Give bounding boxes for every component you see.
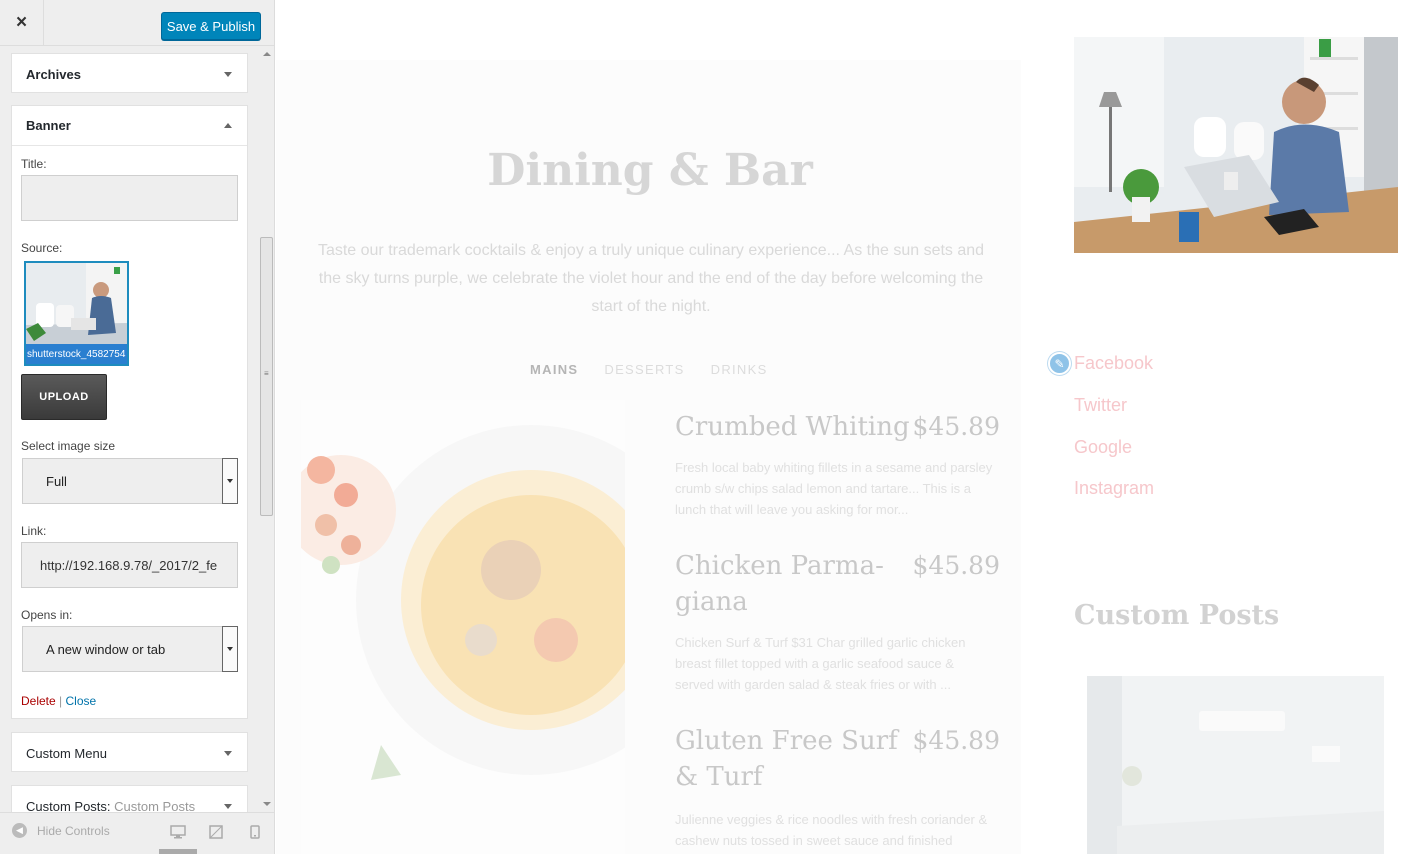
edit-shortcut-icon[interactable]: ✎	[1048, 352, 1071, 375]
grip-icon: ≡	[264, 369, 269, 378]
custom-post-image[interactable]	[1087, 676, 1384, 854]
menu-intro: Taste our trademark cocktails & enjoy a …	[317, 242, 985, 315]
delete-link[interactable]: Delete	[21, 694, 56, 708]
tab-drinks[interactable]: DRINKS	[711, 362, 768, 377]
link-input[interactable]: http://192.168.9.78/_2017/2_fe	[21, 542, 238, 588]
opens-in-select[interactable]: A new window or tab	[22, 626, 238, 672]
image-size-value: Full	[46, 473, 67, 489]
widget-custom-menu-header[interactable]: Custom Menu	[12, 733, 247, 773]
chevron-down-icon[interactable]	[224, 751, 232, 756]
chevron-down-icon[interactable]	[224, 72, 232, 77]
scrollbar-thumb[interactable]: ≡	[260, 237, 273, 516]
chevron-down-icon[interactable]	[224, 804, 232, 809]
room-photo	[1087, 676, 1384, 854]
chevron-up-icon[interactable]	[224, 122, 232, 128]
close-link[interactable]: Close	[66, 694, 97, 708]
dish-price: $45.89	[912, 412, 1000, 441]
dish-name: Gluten Free Surf & Turf	[675, 726, 898, 792]
image-size-select[interactable]: Full	[22, 458, 238, 504]
upload-button[interactable]: UPLOAD	[21, 374, 107, 420]
image-filename: shutterstock_4582754	[26, 344, 127, 364]
widget-archives[interactable]: Archives	[11, 53, 248, 93]
opens-in-label: Opens in:	[21, 608, 73, 622]
hide-controls-button[interactable]: ◀ Hide Controls	[12, 823, 110, 838]
widget-banner-header[interactable]: Banner	[12, 106, 247, 146]
dish-description: Julienne veggies & rice noodles with fre…	[675, 812, 988, 848]
dish-price: $45.89	[912, 551, 1000, 580]
separator: |	[59, 694, 63, 708]
title-input[interactable]	[21, 175, 238, 221]
widget-banner-title: Banner	[26, 118, 71, 133]
menu-item: Gluten Free Surf & Turf $45.89 Julienne …	[675, 723, 1000, 854]
close-customizer-button[interactable]: ×	[0, 0, 44, 46]
widget-custom-menu-title: Custom Menu	[26, 745, 107, 761]
social-link-twitter[interactable]: Twitter	[1074, 395, 1127, 416]
dish-name: Crumbed Whiting	[675, 412, 910, 442]
dropdown-arrow-icon[interactable]	[222, 626, 238, 672]
link-label: Link:	[21, 524, 47, 538]
menu-tabs: MAINS DESSERTS DRINKS	[530, 362, 768, 377]
widget-archives-header[interactable]: Archives	[12, 54, 247, 94]
custom-posts-title: Custom Posts	[1074, 600, 1280, 631]
active-device-indicator	[159, 849, 197, 854]
customizer-sidebar: × Save & Publish Archives Banner Title: …	[0, 0, 275, 854]
dish-photo	[301, 400, 625, 854]
customizer-header: × Save & Publish	[0, 0, 274, 46]
close-icon: ×	[15, 12, 28, 33]
collapse-icon: ◀	[12, 823, 27, 838]
widget-actions: Delete | Close	[21, 694, 96, 708]
image-size-label: Select image size	[21, 439, 116, 453]
mobile-icon[interactable]	[250, 825, 260, 839]
widget-archives-title: Archives	[26, 66, 81, 82]
hide-controls-label: Hide Controls	[37, 823, 110, 838]
tab-mains[interactable]: MAINS	[530, 362, 578, 377]
tablet-icon[interactable]	[209, 825, 223, 839]
sidebar-scrollbar[interactable]: ≡	[259, 46, 274, 812]
social-link-instagram[interactable]: Instagram	[1074, 478, 1154, 499]
opens-in-value: A new window or tab	[46, 641, 166, 657]
banner-photo	[1074, 37, 1398, 253]
social-link-google[interactable]: Google	[1074, 437, 1132, 458]
scroll-up-arrow-icon[interactable]	[263, 52, 271, 56]
desktop-icon[interactable]	[170, 825, 186, 839]
source-label: Source:	[21, 241, 63, 255]
customizer-footer: ◀ Hide Controls	[0, 812, 274, 854]
food-illustration	[301, 400, 625, 854]
save-publish-button[interactable]: Save & Publish	[161, 12, 261, 40]
dish-name: Chicken Parma-giana	[675, 551, 884, 617]
dropdown-arrow-icon[interactable]	[222, 458, 238, 504]
dish-price: $45.89	[912, 726, 1000, 755]
menu-item: Chicken Parma-giana $45.89 Chicken Surf …	[675, 548, 1000, 698]
banner-image[interactable]	[1074, 37, 1398, 253]
scroll-down-arrow-icon[interactable]	[263, 802, 271, 806]
menu-title: Dining & Bar	[487, 145, 813, 196]
menu-item: Crumbed Whiting $45.89 Fresh local baby …	[675, 409, 1000, 524]
tab-desserts[interactable]: DESSERTS	[604, 362, 684, 377]
widget-banner: Banner Title: Source: shutterstock_45827…	[11, 105, 248, 719]
dish-description: Fresh local baby whiting fillets in a se…	[675, 460, 993, 517]
source-image-thumbnail[interactable]: shutterstock_4582754	[24, 261, 129, 366]
site-preview: Dining & Bar Taste our trademark cocktai…	[276, 0, 1419, 854]
title-label: Title:	[21, 157, 47, 171]
dish-description: Chicken Surf & Turf $31 Char grilled gar…	[675, 635, 966, 692]
widget-custom-menu[interactable]: Custom Menu	[11, 732, 248, 772]
social-link-facebook[interactable]: Facebook	[1074, 353, 1153, 374]
